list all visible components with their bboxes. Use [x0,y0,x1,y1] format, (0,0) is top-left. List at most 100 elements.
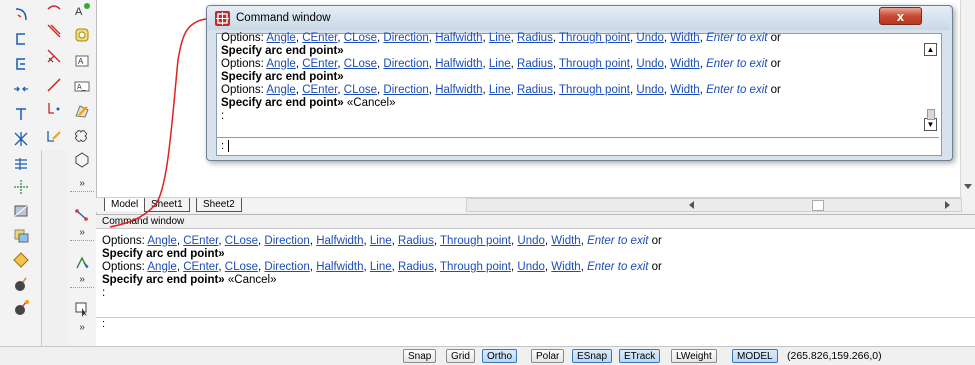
option-link[interactable]: Through point [559,32,630,44]
option-link[interactable]: Direction [383,58,428,70]
polyline-point-icon[interactable] [45,100,63,118]
status-toggle-lweight[interactable]: LWeight [671,349,717,363]
float-scroll-thumb[interactable] [927,109,935,120]
option-link[interactable]: Direction [383,32,428,44]
more-tools-icon[interactable]: » [73,227,91,238]
vertical-line-icon[interactable] [12,105,30,123]
properties-icon[interactable] [12,251,30,269]
status-toggle-grid[interactable]: Grid [446,349,475,363]
status-toggle-esnap[interactable]: ESnap [572,349,613,363]
option-link[interactable]: Width [551,261,580,273]
status-toggle-ortho[interactable]: Ortho [482,349,518,363]
option-link[interactable]: CEnter [302,58,337,70]
option-link[interactable]: CLose [344,84,377,96]
option-link[interactable]: CLose [225,261,258,273]
option-link[interactable]: Angle [266,84,295,96]
option-link[interactable]: Halfwidth [435,32,482,44]
option-link[interactable]: Radius [517,58,553,70]
status-toggle-polar[interactable]: Polar [531,349,565,363]
option-link[interactable]: Width [551,235,580,247]
option-link[interactable]: CEnter [183,261,218,273]
status-toggle-etrack[interactable]: ETrack [619,349,661,363]
option-link[interactable]: CLose [225,235,258,247]
option-link[interactable]: Direction [264,261,309,273]
scroll-down-arrow-icon[interactable] [964,184,972,189]
line-icon[interactable] [45,76,63,94]
more-tools-icon[interactable]: » [73,178,91,189]
option-link[interactable]: Direction [264,235,309,247]
option-link[interactable]: Angle [266,58,295,70]
option-link[interactable]: Angle [147,261,176,273]
tab-sheet1[interactable]: Sheet1 [144,198,190,212]
option-link[interactable]: CLose [344,58,377,70]
arc-3p-icon[interactable] [12,55,30,73]
boundary-icon[interactable] [73,102,91,120]
layer-icon[interactable] [12,227,30,245]
polyline-edit-icon[interactable] [45,127,63,145]
arc-tool-icon[interactable] [12,6,30,24]
option-link[interactable]: Halfwidth [435,84,482,96]
region-icon[interactable] [73,26,91,44]
option-link[interactable]: CEnter [302,84,337,96]
option-link[interactable]: Through point [559,84,630,96]
option-link[interactable]: Radius [517,84,553,96]
status-toggle-snap[interactable]: Snap [403,349,437,363]
option-link[interactable]: Undo [517,235,545,247]
option-link[interactable]: Undo [636,84,664,96]
hatch-icon[interactable] [12,155,30,173]
text-icon[interactable]: A [73,52,91,70]
construction-line-icon[interactable] [45,22,63,40]
tab-sheet2[interactable]: Sheet2 [196,198,242,212]
scroll-right-arrow-icon[interactable] [945,201,950,209]
option-link[interactable]: Angle [147,235,176,247]
text-style-icon[interactable]: A [73,1,91,19]
bomb-explode-icon[interactable] [12,299,30,317]
option-link[interactable]: Line [489,58,511,70]
tab-model[interactable]: Model [104,198,146,211]
option-link[interactable]: Radius [517,32,553,44]
explode-icon[interactable] [12,130,30,148]
more-tools-icon[interactable]: » [73,274,91,285]
float-scroll-up-icon[interactable]: ▲ [924,43,937,56]
option-link[interactable]: CEnter [302,32,337,44]
vertical-scrollbar[interactable] [960,0,975,210]
option-link[interactable]: CEnter [183,235,218,247]
option-link[interactable]: Radius [398,235,434,247]
close-button[interactable]: x [879,7,922,25]
option-link[interactable]: Width [670,32,699,44]
option-link[interactable]: Width [670,84,699,96]
option-link[interactable]: Undo [517,261,545,273]
dimension-icon[interactable] [12,80,30,98]
erase-icon[interactable] [45,47,63,65]
option-link[interactable]: Halfwidth [316,235,363,247]
option-link[interactable]: Undo [636,32,664,44]
option-link[interactable]: Line [489,84,511,96]
select-icon[interactable] [73,300,91,318]
float-command-input[interactable]: : [217,137,939,154]
dimension-edit-icon[interactable] [73,206,91,224]
horizontal-scrollbar[interactable] [466,198,962,212]
spline-icon[interactable] [45,1,63,19]
option-link[interactable]: Line [370,261,392,273]
option-link[interactable]: CLose [344,32,377,44]
polygon-icon[interactable] [73,151,91,169]
command-input-line[interactable]: : [96,317,975,332]
polar-array-icon[interactable] [12,178,30,196]
option-link[interactable]: Direction [383,84,428,96]
scroll-left-arrow-icon[interactable] [689,201,694,209]
circle-3p-icon[interactable] [12,30,30,48]
text-box-icon[interactable]: A_ [73,77,91,95]
cloud-icon[interactable] [73,127,91,145]
stretch-icon[interactable] [73,254,91,272]
option-link[interactable]: Halfwidth [435,58,482,70]
floating-command-window[interactable]: Command window x Options: Angle, CEnter,… [206,5,953,161]
status-toggle-model[interactable]: MODEL [732,349,778,363]
option-link[interactable]: Radius [398,261,434,273]
option-link[interactable]: Line [489,32,511,44]
option-link[interactable]: Halfwidth [316,261,363,273]
option-link[interactable]: Width [670,58,699,70]
option-link[interactable]: Line [370,235,392,247]
fill-icon[interactable] [12,202,30,220]
option-link[interactable]: Through point [440,261,511,273]
option-link[interactable]: Through point [559,58,630,70]
